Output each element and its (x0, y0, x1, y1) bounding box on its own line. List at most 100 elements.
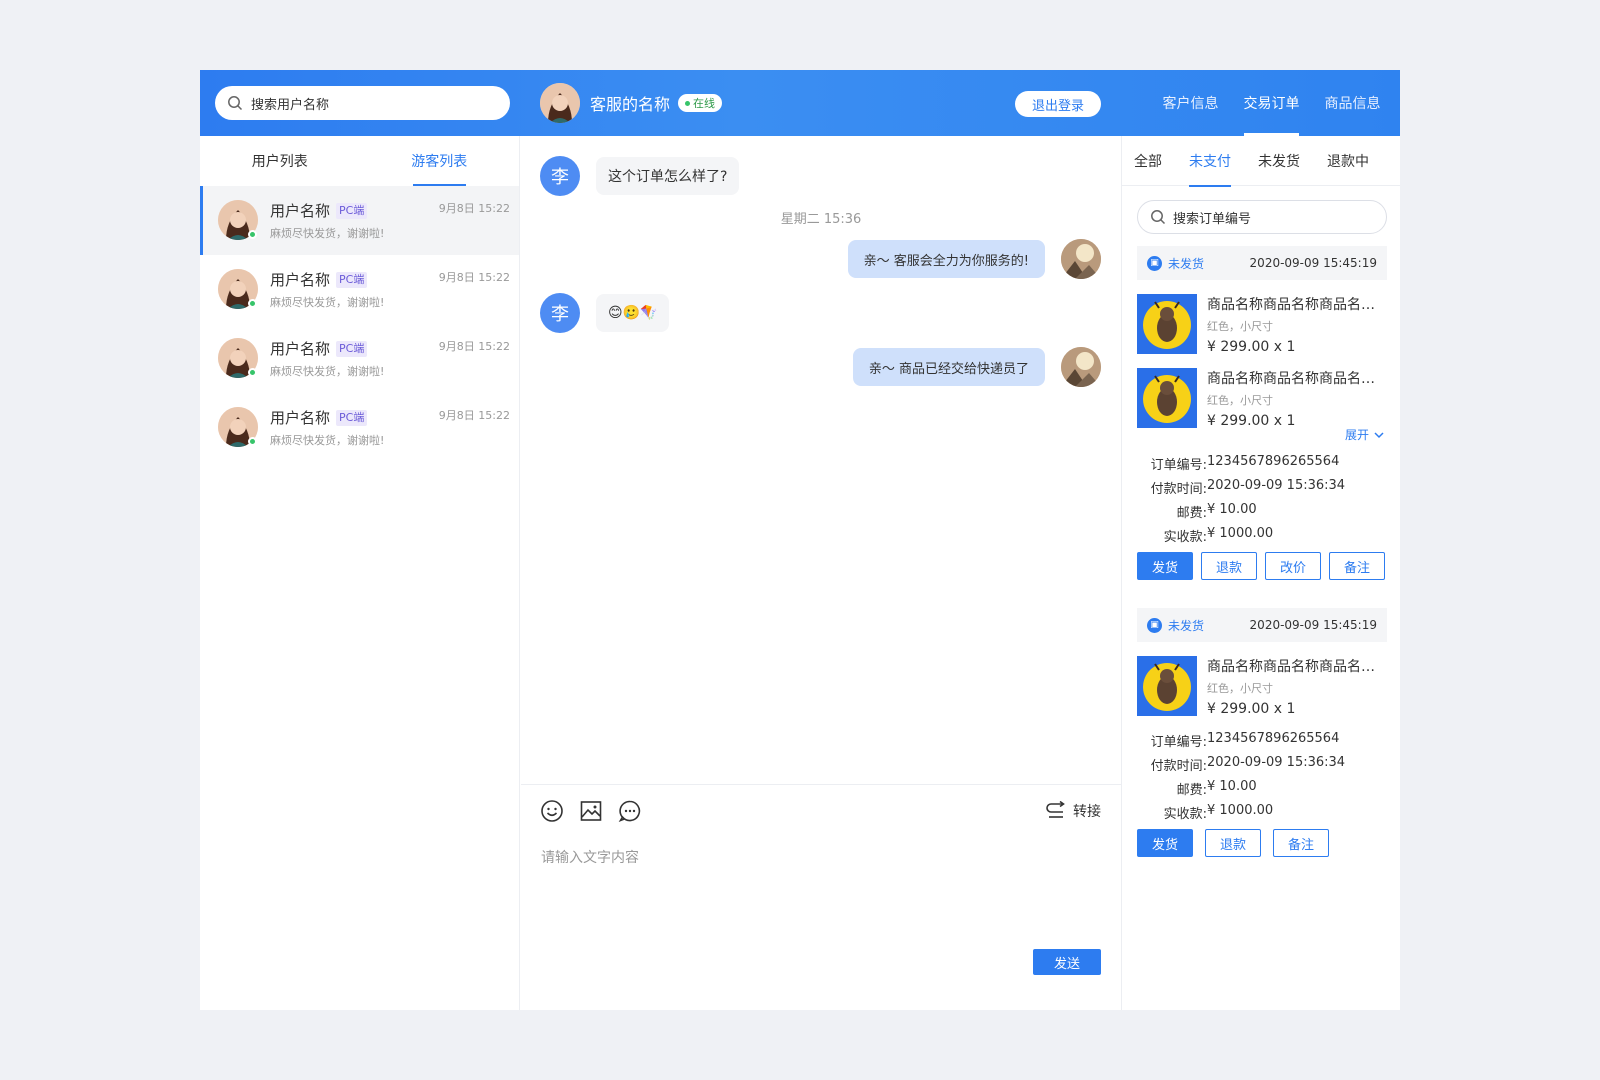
user-search-placeholder: 搜索用户名称 (251, 97, 330, 113)
user-list-item[interactable]: 用户名称 PC端 麻烦尽快发货，谢谢啦! 9月8日 15:22 (200, 186, 519, 255)
image-icon[interactable] (579, 799, 603, 823)
user-search-input[interactable]: 搜索用户名称 (215, 86, 510, 120)
order-actions: 发货 退款 备注 (1137, 829, 1341, 857)
product-info: 商品名称商品名称商品名称商品名称 红色，小尺寸 ¥ 299.00 x 1 (1207, 368, 1387, 430)
message-bubble: 亲～ 客服会全力为你服务的! (847, 240, 1045, 278)
order-product[interactable]: 商品名称商品名称商品名称商品名称 红色，小尺寸 ¥ 299.00 x 1 (1137, 368, 1387, 430)
order-search-placeholder: 搜索订单编号 (1173, 211, 1252, 227)
order-product[interactable]: 商品名称商品名称商品名称商品名称 红色，小尺寸 ¥ 299.00 x 1 (1137, 656, 1387, 718)
order-status: 未发货 (1168, 618, 1205, 633)
user-info: 用户名称 PC端 麻烦尽快发货，谢谢啦! 9月8日 15:22 (270, 200, 510, 255)
agent-avatar (540, 83, 580, 123)
order-tab-unshipped[interactable]: 未发货 (1258, 136, 1300, 186)
product-price: ¥ 299.00 x 1 (1207, 339, 1296, 355)
user-avatar-wrap (218, 407, 258, 447)
agent-info: 客服的名称 在线 (540, 83, 723, 123)
nav-product-info[interactable]: 商品信息 (1312, 70, 1393, 136)
orders-panel: 全部 未支付 未发货 退款中 搜索订单编号 ▣ 未发货 2020-09-09 1… (1121, 136, 1400, 1010)
message-time: 9月8日 15:22 (438, 271, 510, 284)
customer-avatar: 李 (540, 293, 580, 333)
message-incoming: 李 😊🥲🪁 (540, 293, 670, 333)
order-tab-refunding[interactable]: 退款中 (1327, 136, 1369, 186)
user-avatar-wrap (218, 269, 258, 309)
search-icon (1151, 210, 1166, 225)
product-image (1137, 294, 1197, 354)
tab-user-list[interactable]: 用户列表 (200, 136, 360, 186)
client-tag: PC端 (336, 409, 368, 426)
paid-amount: ¥ 1000.00 (1207, 803, 1274, 818)
user-name: 用户名称 (270, 271, 331, 289)
paid-row: 实收款: ¥ 1000.00 (1137, 803, 1274, 822)
product-image (1137, 368, 1197, 428)
quick-reply-icon[interactable] (618, 799, 642, 823)
product-name: 商品名称商品名称商品名称商品名称 (1207, 659, 1387, 675)
product-image (1137, 656, 1197, 716)
logout-button[interactable]: 退出登录 (1015, 91, 1101, 117)
expand-label: 展开 (1344, 428, 1369, 442)
paid-label: 实收款: (1163, 530, 1207, 545)
paid-row: 实收款: ¥ 1000.00 (1137, 526, 1274, 545)
product-spec: 红色，小尺寸 (1207, 682, 1273, 695)
user-list-item[interactable]: 用户名称 PC端 麻烦尽快发货，谢谢啦! 9月8日 15:22 (200, 324, 519, 393)
refund-button[interactable]: 退款 (1201, 552, 1257, 580)
product-info: 商品名称商品名称商品名称商品名称 红色，小尺寸 ¥ 299.00 x 1 (1207, 656, 1387, 718)
user-list-tabs: 用户列表 游客列表 (200, 136, 519, 186)
message-input-area: 转接 请输入文字内容 发送 (521, 784, 1121, 1010)
order-header: ▣ 未发货 2020-09-09 15:45:19 (1137, 608, 1387, 642)
online-dot (248, 299, 257, 308)
message-time: 9月8日 15:22 (438, 202, 510, 215)
ship-button[interactable]: 发货 (1137, 552, 1193, 580)
remark-button[interactable]: 备注 (1273, 829, 1329, 857)
order-tab-unpaid[interactable]: 未支付 (1189, 136, 1231, 187)
ship-button[interactable]: 发货 (1137, 829, 1193, 857)
top-header: 搜索用户名称 客服的名称 在线 退出登录 客户信息 交易订单 商品信息 (200, 70, 1400, 136)
online-dot (248, 437, 257, 446)
order-number-row: 订单编号: 1234567896265564 (1137, 731, 1340, 750)
transfer-button[interactable]: 转接 (1045, 801, 1101, 821)
order-date: 2020-09-09 15:45:19 (1249, 256, 1377, 270)
message-bubble: 这个订单怎么样了? (596, 157, 740, 195)
order-date: 2020-09-09 15:45:19 (1249, 618, 1377, 632)
online-dot (248, 230, 257, 239)
order-number-label: 订单编号: (1150, 458, 1207, 473)
message-outgoing: 亲～ 客服会全力为你服务的! (847, 239, 1101, 279)
agent-avatar-small (1061, 347, 1101, 387)
order-search-input[interactable]: 搜索订单编号 (1137, 200, 1387, 234)
postage-label: 邮费: (1176, 783, 1207, 798)
refund-button[interactable]: 退款 (1205, 829, 1261, 857)
order-number-label: 订单编号: (1150, 735, 1207, 750)
nav-customer-info[interactable]: 客户信息 (1150, 70, 1231, 136)
order-product[interactable]: 商品名称商品名称商品名称商品名称 红色，小尺寸 ¥ 299.00 x 1 (1137, 294, 1387, 356)
transfer-label: 转接 (1073, 804, 1101, 820)
order-status-icon: ▣ (1147, 255, 1162, 271)
time-separator: 星期二 15:36 (780, 212, 862, 227)
pay-time-label: 付款时间: (1150, 759, 1207, 774)
message-input[interactable]: 请输入文字内容 (541, 847, 639, 867)
postage-row: 邮费: ¥ 10.00 (1137, 502, 1257, 521)
user-name: 用户名称 (270, 202, 331, 220)
order-number: 1234567896265564 (1207, 731, 1340, 746)
online-status-text: 在线 (693, 97, 716, 110)
last-message: 麻烦尽快发货，谢谢啦! (270, 365, 385, 378)
user-list: 用户名称 PC端 麻烦尽快发货，谢谢啦! 9月8日 15:22 用户名称 PC端 麻烦尽快发… (200, 186, 519, 462)
online-status-badge: 在线 (678, 94, 723, 112)
remark-button[interactable]: 备注 (1329, 552, 1385, 580)
user-info: 用户名称 PC端 麻烦尽快发货，谢谢啦! 9月8日 15:22 (270, 338, 510, 393)
order-tab-all[interactable]: 全部 (1134, 136, 1162, 186)
product-spec: 红色，小尺寸 (1207, 394, 1273, 407)
tab-visitor-list[interactable]: 游客列表 (360, 136, 520, 186)
nav-trade-orders[interactable]: 交易订单 (1231, 70, 1312, 136)
emoji-message-bubble: 😊🥲🪁 (596, 294, 670, 332)
order-header: ▣ 未发货 2020-09-09 15:45:19 (1137, 246, 1387, 280)
user-list-item[interactable]: 用户名称 PC端 麻烦尽快发货，谢谢啦! 9月8日 15:22 (200, 393, 519, 462)
user-name: 用户名称 (270, 409, 331, 427)
expand-toggle[interactable]: 展开 (1345, 426, 1385, 443)
pay-time: 2020-09-09 15:36:34 (1207, 478, 1346, 493)
change-price-button[interactable]: 改价 (1265, 552, 1321, 580)
customer-avatar: 李 (540, 156, 580, 196)
postage: ¥ 10.00 (1207, 502, 1257, 517)
user-list-item[interactable]: 用户名称 PC端 麻烦尽快发货，谢谢啦! 9月8日 15:22 (200, 255, 519, 324)
send-button[interactable]: 发送 (1033, 949, 1101, 975)
user-info: 用户名称 PC端 麻烦尽快发货，谢谢啦! 9月8日 15:22 (270, 269, 510, 324)
emoji-icon[interactable] (540, 799, 564, 823)
